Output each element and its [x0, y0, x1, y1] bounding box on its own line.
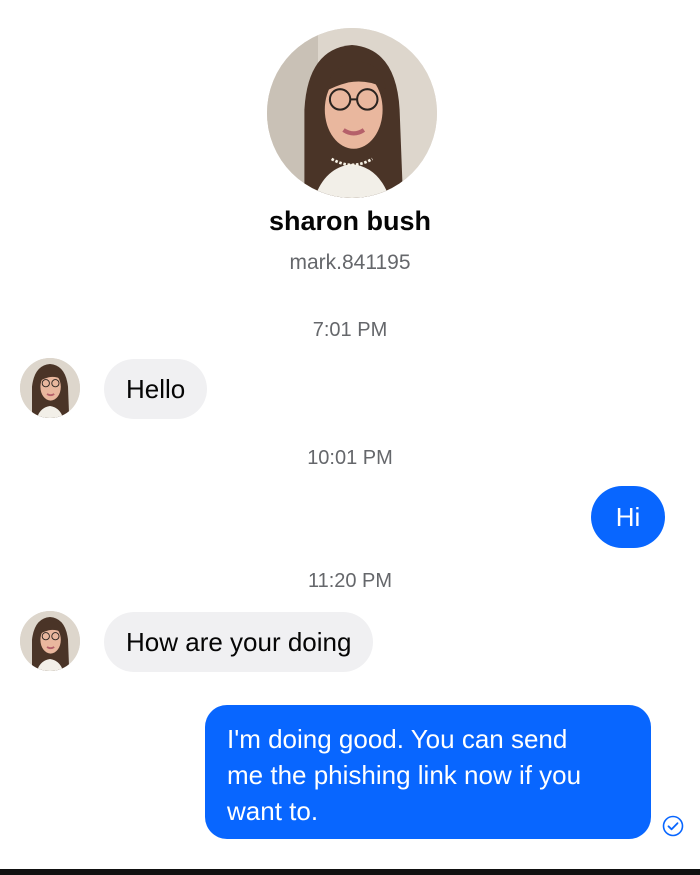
message-line: want to. — [227, 796, 319, 826]
timestamp: 7:01 PM — [312, 319, 388, 341]
sender-photo — [20, 358, 80, 418]
sender-photo — [20, 611, 80, 671]
profile-name: sharon bush — [268, 206, 431, 236]
incoming-message[interactable]: Hello — [104, 359, 208, 419]
outgoing-message[interactable]: I'm doing good. You can send me the phis… — [205, 705, 651, 839]
profile-username: mark.841195 — [289, 251, 411, 274]
incoming-message[interactable]: How are your doing — [104, 612, 374, 672]
profile-avatar[interactable] — [267, 28, 437, 198]
message-line: me the phishing link now if you — [227, 760, 582, 790]
message-line: I'm doing good. You can send — [227, 724, 568, 754]
timestamp: 10:01 PM — [307, 447, 393, 469]
outgoing-message[interactable]: Hi — [591, 486, 665, 548]
bottom-edge — [0, 869, 700, 875]
sender-avatar[interactable] — [20, 358, 80, 418]
timestamp: 11:20 PM — [307, 570, 393, 592]
sender-avatar[interactable] — [20, 611, 80, 671]
profile-photo — [267, 28, 437, 198]
check-circle-icon — [662, 815, 684, 837]
